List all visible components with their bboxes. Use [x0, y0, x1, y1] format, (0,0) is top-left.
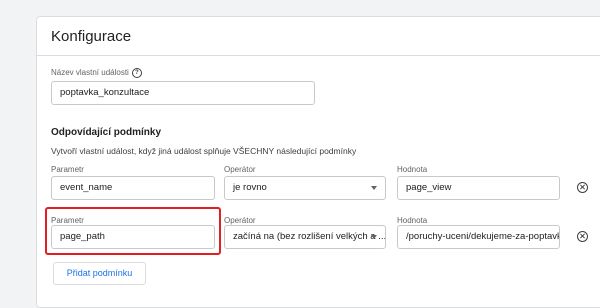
row2-operator-label: Operátor	[224, 216, 256, 225]
event-name-label-row: Název vlastní události?	[51, 68, 142, 78]
row2-value-value: /poruchy-uceni/dekujeme-za-poptavku	[406, 231, 560, 242]
row2-operator-select[interactable]: začíná na (bez rozlišení velkých a ...	[224, 225, 386, 249]
row2-param-label: Parametr	[51, 216, 84, 225]
chevron-down-icon	[371, 235, 377, 239]
remove-circle-icon[interactable]	[577, 231, 588, 242]
row2-operator-value: začíná na (bez rozlišení velkých a ...	[233, 231, 386, 242]
configuration-card: Konfigurace Název vlastní události? popt…	[36, 16, 600, 308]
row2-param-input[interactable]: page_path	[51, 225, 215, 249]
row1-param-label: Parametr	[51, 165, 84, 174]
chevron-down-icon	[371, 186, 377, 190]
row2-param-value: page_path	[60, 231, 105, 242]
help-icon[interactable]: ?	[131, 68, 142, 78]
row1-value-label: Hodnota	[397, 165, 428, 174]
row1-operator-select[interactable]: je rovno	[224, 176, 386, 200]
remove-circle-icon[interactable]	[577, 182, 588, 193]
row2-value-label: Hodnota	[397, 216, 428, 225]
row1-param-value: event_name	[60, 182, 113, 193]
row1-operator-value: je rovno	[233, 182, 267, 193]
conditions-description: Vytvoří vlastní událost, když jiná událo…	[51, 146, 357, 156]
conditions-title: Odpovídající podmínky	[51, 127, 162, 138]
row1-value-input[interactable]: page_view	[397, 176, 560, 200]
event-name-input[interactable]: poptavka_konzultace	[51, 81, 315, 105]
add-condition-button[interactable]: Přidat podmínku	[53, 262, 146, 285]
row1-value-value: page_view	[406, 182, 452, 193]
row1-param-input[interactable]: event_name	[51, 176, 215, 200]
event-name-label: Název vlastní události	[51, 68, 129, 78]
row1-operator-label: Operátor	[224, 165, 256, 174]
row2-value-input[interactable]: /poruchy-uceni/dekujeme-za-poptavku	[397, 225, 560, 249]
card-title: Konfigurace	[51, 28, 132, 45]
card-header: Konfigurace	[37, 17, 600, 56]
event-name-value: poptavka_konzultace	[60, 87, 150, 98]
